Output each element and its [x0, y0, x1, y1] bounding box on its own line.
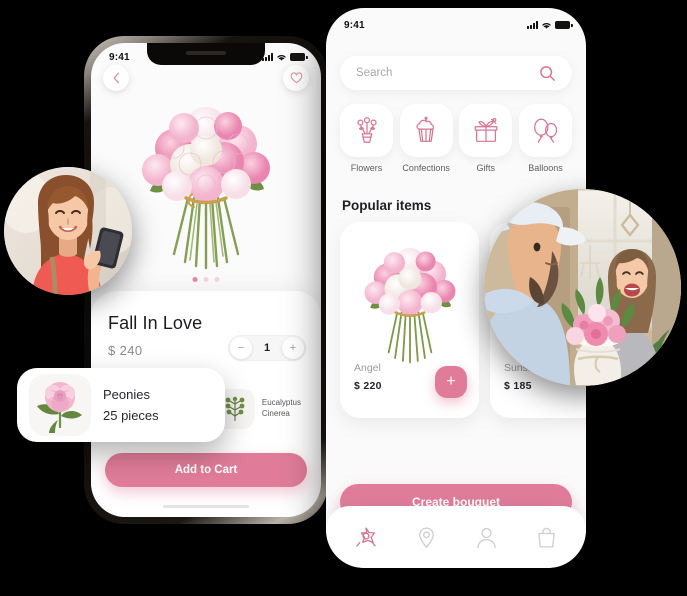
cellular-bars-icon [262, 53, 273, 61]
woman-with-phone-photo [4, 167, 132, 295]
category-tile[interactable] [340, 104, 393, 157]
flower-icon [356, 527, 376, 547]
product-price: $ 240 [108, 343, 143, 358]
carousel-dot-3[interactable] [214, 277, 220, 282]
category-gifts[interactable]: Gifts [459, 104, 513, 173]
home-indicator [163, 504, 249, 508]
category-label: Balloons [528, 163, 563, 173]
cellular-bars-icon [527, 21, 538, 29]
bubble-woman-with-phone [4, 167, 132, 295]
add-to-cart-button[interactable]: Add to Cart [105, 453, 307, 487]
product-thumbnail [340, 230, 479, 370]
bottom-tab-bar [326, 506, 586, 568]
flower-delivery-photo [484, 189, 681, 386]
composition-stage: 9:41 Fall In Love $ 240 − 1 + Eucalyptus… [0, 0, 687, 596]
floating-card-text: Peonies 25 pieces [103, 387, 159, 423]
category-tile[interactable] [518, 104, 572, 157]
peony-bouquet-illustration [364, 247, 455, 363]
category-label: Confections [402, 163, 450, 173]
tab-home[interactable] [349, 520, 383, 554]
status-icons [262, 53, 308, 62]
status-icons [527, 21, 573, 30]
category-flowers[interactable]: Flowers [340, 104, 393, 173]
peony-flower-icon [29, 374, 91, 436]
left-status-bar: 9:41 [91, 43, 321, 69]
map-pin-icon [418, 526, 434, 548]
person-icon [476, 527, 496, 548]
ingredient-text: Eucalyptus Cinerea [262, 398, 301, 420]
category-row: Flowers Confections Gifts Balloons [340, 104, 572, 173]
category-confections[interactable]: Confections [399, 104, 453, 173]
ingredient-detail: Cinerea [261, 409, 290, 418]
floating-card-quantity: 25 pieces [103, 408, 159, 423]
page-title: Fall In Love [108, 313, 203, 333]
shopping-bag-icon [537, 527, 555, 548]
product-price: $ 220 [354, 380, 382, 392]
gift-box-icon [474, 117, 498, 142]
battery-icon [555, 21, 573, 29]
floating-card-name: Peonies [103, 387, 150, 402]
category-tile[interactable] [399, 104, 453, 157]
category-label: Gifts [476, 163, 496, 173]
wifi-icon [542, 22, 551, 29]
bubble-flower-delivery [484, 189, 681, 386]
carousel-dot-1[interactable] [192, 277, 198, 282]
cupcake-icon [416, 116, 435, 142]
quantity-increment-button[interactable]: + [282, 337, 304, 359]
image-carousel-dots[interactable] [192, 277, 220, 282]
search-placeholder: Search [356, 67, 393, 79]
ingredient-name: Eucalyptus [261, 398, 301, 408]
search-input[interactable]: Search [340, 56, 572, 90]
search-icon[interactable] [539, 65, 556, 82]
section-title-popular: Popular items [342, 198, 432, 213]
product-price: $ 185 [504, 380, 532, 392]
product-card-angel[interactable]: Angel $ 220 + [340, 222, 479, 418]
product-name: Angel [354, 362, 381, 374]
category-balloons[interactable]: Balloons [518, 104, 572, 173]
right-status-bar: 9:41 [326, 8, 586, 36]
add-to-cart-button[interactable]: + [435, 366, 467, 398]
status-time: 9:41 [344, 19, 365, 31]
quantity-decrement-button[interactable]: − [230, 337, 252, 359]
wifi-icon [277, 54, 286, 61]
quantity-stepper[interactable]: − 1 + [228, 335, 306, 361]
carousel-dot-2[interactable] [203, 277, 209, 282]
left-phone-screen: 9:41 Fall In Love $ 240 − 1 + Eucalyptus… [91, 43, 321, 517]
quantity-value: 1 [263, 342, 271, 354]
category-label: Flowers [350, 163, 383, 173]
category-tile[interactable] [459, 104, 513, 157]
peony-illustration [37, 382, 82, 433]
tab-locations[interactable] [409, 520, 443, 554]
peony-bouquet-illustration [142, 107, 270, 270]
battery-icon [290, 53, 308, 61]
balloons-icon [534, 118, 558, 143]
tab-profile[interactable] [469, 520, 503, 554]
tab-cart[interactable] [529, 520, 563, 554]
status-time: 9:41 [109, 51, 130, 63]
bouquet-icon [356, 116, 377, 143]
floating-peonies-card[interactable]: Peonies 25 pieces [17, 368, 225, 442]
left-phone-device: 9:41 Fall In Love $ 240 − 1 + Eucalyptus… [84, 36, 328, 524]
